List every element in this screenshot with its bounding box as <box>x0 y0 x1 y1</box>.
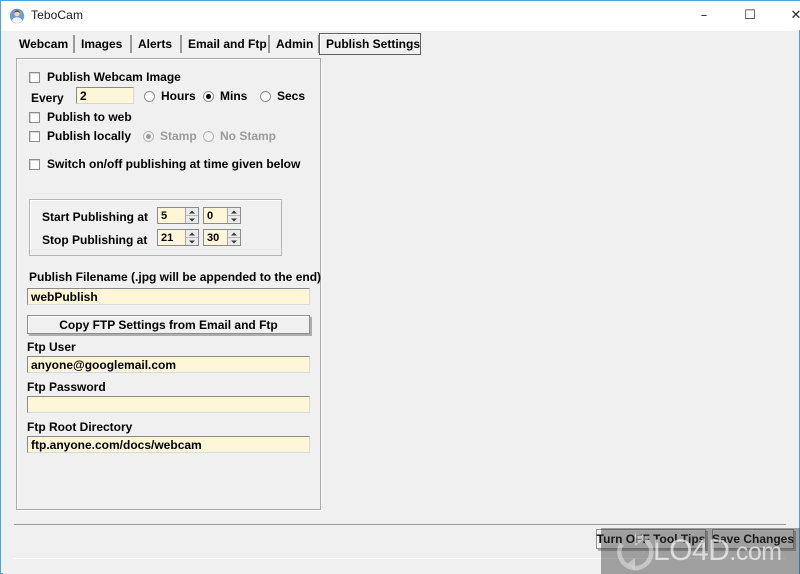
ftp-root-directory-label: Ftp Root Directory <box>27 420 132 434</box>
stop-publishing-label: Stop Publishing at <box>42 233 147 247</box>
tab-alerts[interactable]: Alerts <box>131 35 181 53</box>
stop-hour-value: 21 <box>158 230 185 245</box>
stepper-down-icon[interactable] <box>186 216 198 223</box>
publish-filename-input[interactable]: webPublish <box>27 288 310 305</box>
tab-label: Images <box>81 37 122 51</box>
publish-to-web-label: Publish to web <box>47 110 132 124</box>
checkbox-box <box>29 72 40 83</box>
ftp-user-input[interactable]: anyone@googlemail.com <box>27 356 310 373</box>
stamp-label: Stamp <box>160 129 197 143</box>
interval-unit-hours[interactable]: Hours <box>144 89 196 103</box>
stepper-up-icon[interactable] <box>186 208 198 216</box>
stamp-radio: Stamp <box>143 129 197 143</box>
switch-onoff-publishing-checkbox[interactable]: Switch on/off publishing at time given b… <box>29 157 300 171</box>
stepper-down-icon[interactable] <box>186 238 198 245</box>
no-stamp-radio: No Stamp <box>203 129 276 143</box>
save-changes-button[interactable]: Save Changes <box>712 529 794 549</box>
ftp-user-label: Ftp User <box>27 340 76 354</box>
every-label: Every <box>31 91 64 105</box>
publish-webcam-image-label: Publish Webcam Image <box>47 70 181 84</box>
start-minute-value: 0 <box>204 208 227 223</box>
start-minute-stepper[interactable]: 0 <box>203 207 241 224</box>
ftp-password-input[interactable] <box>27 396 310 413</box>
stepper-down-icon[interactable] <box>228 216 240 223</box>
footer-strip <box>3 559 799 574</box>
start-hour-value: 5 <box>158 208 185 223</box>
publish-locally-label: Publish locally <box>47 129 131 143</box>
interval-unit-label: Mins <box>220 89 247 103</box>
publish-webcam-image-checkbox[interactable]: Publish Webcam Image <box>29 70 181 84</box>
tab-admin[interactable]: Admin <box>269 35 319 53</box>
publish-to-web-checkbox[interactable]: Publish to web <box>29 110 132 124</box>
client-area: Webcam Images Alerts Email and Ftp Admin… <box>2 31 798 573</box>
switch-onoff-label: Switch on/off publishing at time given b… <box>47 157 300 171</box>
close-icon: ✕ <box>791 9 800 22</box>
stepper-arrows[interactable] <box>185 208 198 223</box>
maximize-button[interactable]: ☐ <box>727 1 773 30</box>
tab-label: Alerts <box>138 37 172 51</box>
title-bar: TeboCam – ☐ ✕ <box>1 1 799 31</box>
publish-filename-label: Publish Filename (.jpg will be appended … <box>29 270 321 284</box>
ftp-password-label: Ftp Password <box>27 380 106 394</box>
user-avatar-icon <box>9 8 25 24</box>
checkbox-box <box>29 131 40 142</box>
checkbox-box <box>29 112 40 123</box>
start-hour-stepper[interactable]: 5 <box>157 207 199 224</box>
publishing-time-group: Start Publishing at 5 0 Stop Publishing … <box>29 199 282 256</box>
stepper-arrows[interactable] <box>227 208 240 223</box>
tab-label: Publish Settings <box>326 37 420 51</box>
radio-circle <box>144 91 155 102</box>
tab-label: Email and Ftp <box>188 37 267 51</box>
tab-label: Webcam <box>19 37 68 51</box>
turn-off-tool-tips-button[interactable]: Turn OFF Tool Tips <box>596 529 706 549</box>
stepper-arrows[interactable] <box>227 230 240 245</box>
radio-circle <box>203 131 214 142</box>
tab-webcam[interactable]: Webcam <box>13 35 74 53</box>
tab-email-and-ftp[interactable]: Email and Ftp <box>181 35 269 53</box>
interval-unit-mins[interactable]: Mins <box>203 89 247 103</box>
radio-circle <box>143 131 154 142</box>
ftp-root-directory-input[interactable]: ftp.anyone.com/docs/webcam <box>27 436 310 453</box>
no-stamp-label: No Stamp <box>220 129 276 143</box>
checkbox-box <box>29 159 40 170</box>
minimize-icon: – <box>701 9 708 22</box>
interval-unit-secs[interactable]: Secs <box>260 89 305 103</box>
start-publishing-label: Start Publishing at <box>42 210 148 224</box>
stepper-arrows[interactable] <box>185 230 198 245</box>
tab-publish-settings[interactable]: Publish Settings <box>319 33 421 55</box>
publish-locally-checkbox[interactable]: Publish locally <box>29 129 131 143</box>
publish-settings-panel: Publish Webcam Image Every 2 Hours Mins … <box>16 58 321 510</box>
maximize-icon: ☐ <box>744 9 756 22</box>
status-separator-top <box>14 524 786 525</box>
tab-label: Admin <box>276 37 313 51</box>
stop-minute-value: 30 <box>204 230 227 245</box>
window-title: TeboCam <box>31 8 83 22</box>
stepper-up-icon[interactable] <box>228 230 240 238</box>
close-button[interactable]: ✕ <box>773 1 800 30</box>
tab-images[interactable]: Images <box>74 35 131 53</box>
stepper-down-icon[interactable] <box>228 238 240 245</box>
minimize-button[interactable]: – <box>681 1 727 30</box>
interval-unit-label: Secs <box>277 89 305 103</box>
stop-hour-stepper[interactable]: 21 <box>157 229 199 246</box>
stepper-up-icon[interactable] <box>228 208 240 216</box>
radio-circle <box>260 91 271 102</box>
radio-circle <box>203 91 214 102</box>
interval-unit-label: Hours <box>161 89 196 103</box>
stop-minute-stepper[interactable]: 30 <box>203 229 241 246</box>
stepper-up-icon[interactable] <box>186 230 198 238</box>
every-value-input[interactable]: 2 <box>76 87 134 104</box>
copy-ftp-settings-button[interactable]: Copy FTP Settings from Email and Ftp <box>27 315 310 334</box>
application-window: TeboCam – ☐ ✕ Webcam Images Alerts Email… <box>0 0 800 574</box>
